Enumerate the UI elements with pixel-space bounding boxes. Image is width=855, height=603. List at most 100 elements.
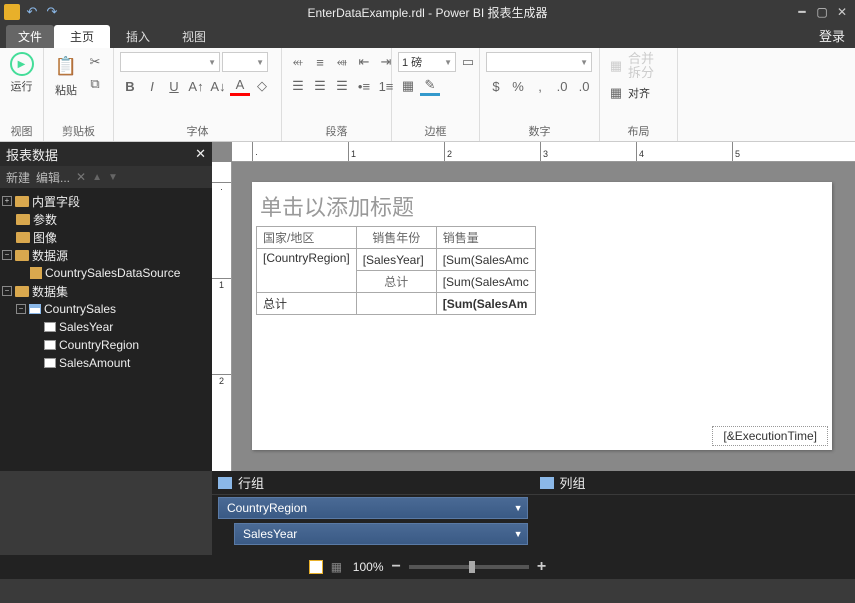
tree-params[interactable]: 参数 xyxy=(2,210,210,228)
cell-total-label[interactable]: 总计 xyxy=(257,293,357,315)
dec-inc-icon[interactable]: .0 xyxy=(552,76,572,96)
dec-dec-icon[interactable]: .0 xyxy=(574,76,594,96)
border-width-combo[interactable]: 1 磅▼ xyxy=(398,52,456,72)
field-icon xyxy=(44,358,56,368)
ruler-horizontal: · 1 2 3 4 5 xyxy=(232,142,855,162)
panel-close-icon[interactable]: ✕ xyxy=(195,146,206,162)
copy-icon[interactable]: ⧉ xyxy=(85,74,105,94)
row-group-country[interactable]: CountryRegion▼ xyxy=(218,497,528,519)
font-size-combo[interactable]: ▼ xyxy=(222,52,268,72)
tree-dset1[interactable]: −CountrySales xyxy=(2,300,210,318)
tree-field-salesamount[interactable]: SalesAmount xyxy=(2,354,210,372)
tree-images[interactable]: 图像 xyxy=(2,228,210,246)
header-amount[interactable]: 销售量 xyxy=(436,227,535,249)
grow-font-button[interactable]: A↑ xyxy=(186,76,206,96)
border-style-button[interactable]: ▭ xyxy=(458,52,478,72)
tree-field-salesyear[interactable]: SalesYear xyxy=(2,318,210,336)
align-mid-icon[interactable]: ≡ xyxy=(310,52,330,72)
preview-icon[interactable]: ▦ xyxy=(331,560,345,574)
folder-icon xyxy=(15,250,29,261)
tab-file[interactable]: 文件 xyxy=(6,25,54,48)
bullets-icon[interactable]: •≡ xyxy=(354,76,374,96)
paste-button[interactable]: 📋粘贴 xyxy=(50,52,82,98)
bold-button[interactable]: B xyxy=(120,76,140,96)
comma-icon[interactable]: , xyxy=(530,76,550,96)
zoom-out-button[interactable]: − xyxy=(392,558,401,576)
currency-icon[interactable]: $ xyxy=(486,76,506,96)
minus-icon[interactable]: − xyxy=(16,304,26,314)
cut-icon[interactable]: ✂ xyxy=(85,52,105,72)
cell-total-blank[interactable] xyxy=(356,293,436,315)
group-font-label: 字体 xyxy=(120,121,275,139)
report-page[interactable]: 单击以添加标题 国家/地区 销售年份 销售量 [CountryRegion] [… xyxy=(252,182,832,450)
align-center-icon[interactable]: ☰ xyxy=(310,76,330,96)
indent-dec-icon[interactable]: ⇤ xyxy=(354,52,374,72)
execution-time-box[interactable]: [&ExecutionTime] xyxy=(712,426,828,446)
fill-color-button[interactable]: ◇ xyxy=(252,76,272,96)
tablix[interactable]: 国家/地区 销售年份 销售量 [CountryRegion] [SalesYea… xyxy=(256,226,536,315)
tree-datasets[interactable]: −数据集 xyxy=(2,282,210,300)
maximize-icon[interactable]: ▢ xyxy=(815,5,829,19)
underline-button[interactable]: U xyxy=(164,76,184,96)
redo-icon[interactable]: ↷ xyxy=(44,4,60,20)
tree-ds1[interactable]: CountrySalesDataSource xyxy=(2,264,210,282)
shrink-font-button[interactable]: A↓ xyxy=(208,76,228,96)
align-right-icon[interactable]: ☰ xyxy=(332,76,352,96)
design-view-icon[interactable] xyxy=(309,560,323,574)
cell-amount[interactable]: [Sum(SalesAmc xyxy=(436,249,535,271)
tree-field-countryregion[interactable]: CountryRegion xyxy=(2,336,210,354)
font-color-button[interactable]: A xyxy=(230,76,250,96)
pen-icon[interactable]: ✎ xyxy=(420,76,440,96)
panel-down-icon[interactable]: ▼ xyxy=(108,172,118,183)
align-top-icon[interactable]: ⬴ xyxy=(288,52,308,72)
header-country[interactable]: 国家/地区 xyxy=(257,227,357,249)
run-button[interactable]: ▶运行 xyxy=(6,52,37,94)
chevron-down-icon[interactable]: ▼ xyxy=(514,503,523,513)
font-family-combo[interactable]: ▼ xyxy=(120,52,220,72)
border-icon[interactable]: ▦ xyxy=(398,76,418,96)
panel-delete-icon[interactable]: ✕ xyxy=(76,170,86,184)
panel-new-button[interactable]: 新建 xyxy=(6,169,30,186)
folder-icon xyxy=(16,232,30,243)
panel-edit-button[interactable]: 编辑... xyxy=(36,169,70,186)
zoom-slider[interactable] xyxy=(409,565,529,569)
minus-icon[interactable]: − xyxy=(2,250,12,260)
tree-builtin[interactable]: +内置字段 xyxy=(2,192,210,210)
title-placeholder[interactable]: 单击以添加标题 xyxy=(252,182,832,226)
align-label: 对齐 xyxy=(628,85,650,101)
cell-subtotal-label[interactable]: 总计 xyxy=(356,271,436,293)
minimize-icon[interactable]: ━ xyxy=(795,5,809,19)
merge-icon[interactable]: ▦ xyxy=(606,56,626,76)
chevron-down-icon[interactable]: ▼ xyxy=(514,529,523,539)
tab-view[interactable]: 视图 xyxy=(166,25,222,48)
group-icon xyxy=(218,477,232,489)
tree-datasources[interactable]: −数据源 xyxy=(2,246,210,264)
italic-button[interactable]: I xyxy=(142,76,162,96)
cell-subtotal-val[interactable]: [Sum(SalesAmc xyxy=(436,271,535,293)
cell-country[interactable]: [CountryRegion] xyxy=(257,249,357,293)
minus-icon[interactable]: − xyxy=(2,286,12,296)
grouping-panel: 行组 CountryRegion▼ SalesYear▼ 列组 xyxy=(212,471,855,555)
field-icon xyxy=(44,322,56,332)
tab-insert[interactable]: 插入 xyxy=(110,25,166,48)
cell-total-val[interactable]: [Sum(SalesAm xyxy=(436,293,535,315)
statusbar: ▦ 100% − + xyxy=(0,555,855,579)
row-group-year[interactable]: SalesYear▼ xyxy=(234,523,528,545)
align-left-icon[interactable]: ☰ xyxy=(288,76,308,96)
undo-icon[interactable]: ↶ xyxy=(24,4,40,20)
zoom-in-button[interactable]: + xyxy=(537,558,546,576)
group-clipboard-label: 剪贴板 xyxy=(50,121,107,139)
plus-icon[interactable]: + xyxy=(2,196,12,206)
row-groups-header: 行组 xyxy=(212,471,534,495)
close-icon[interactable]: ✕ xyxy=(835,5,849,19)
panel-up-icon[interactable]: ▲ xyxy=(92,172,102,183)
cell-year[interactable]: [SalesYear] xyxy=(356,249,436,271)
number-format-combo[interactable]: ▼ xyxy=(486,52,592,72)
percent-icon[interactable]: % xyxy=(508,76,528,96)
align-bot-icon[interactable]: ⬵ xyxy=(332,52,352,72)
align-icon[interactable]: ▦ xyxy=(606,83,626,103)
login-link[interactable]: 登录 xyxy=(819,26,845,48)
header-year[interactable]: 销售年份 xyxy=(356,227,436,249)
tab-home[interactable]: 主页 xyxy=(54,25,110,48)
design-surface: · 1 2 3 4 5 · 1 2 单击以添加标题 国家/地区 销售年份 xyxy=(212,142,855,471)
